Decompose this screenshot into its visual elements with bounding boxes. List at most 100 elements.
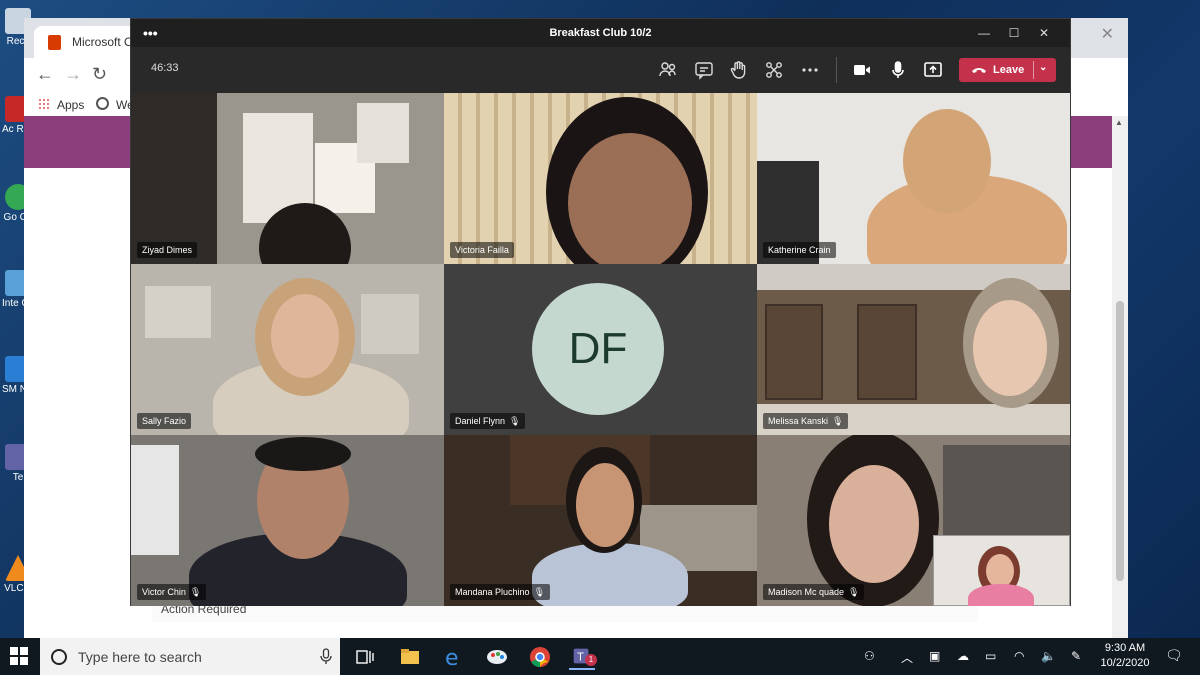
raise-hand-icon[interactable] [728,59,750,81]
call-controls-bar: 46:33 Leave ⌄ [131,47,1070,93]
file-explorer-icon[interactable] [397,644,423,670]
hang-up-icon [972,68,986,73]
chevron-down-icon[interactable]: ⌄ [1039,62,1047,73]
taskbar-search-box[interactable]: Type here to search [40,638,340,675]
cabinet [765,304,823,400]
cortana-icon [51,649,67,665]
chat-icon[interactable] [693,59,715,81]
mic-muted-icon: 🎙 [509,416,521,426]
notification-badge: 1 [585,654,597,666]
more-actions-icon[interactable] [799,59,821,81]
scrollbar-thumb[interactable] [1116,301,1124,581]
share-screen-icon[interactable] [922,59,944,81]
teams-meeting-window: ••• Breakfast Club 10/2 — ☐ ✕ 46:33 Leav… [130,18,1071,606]
window [131,445,179,555]
video-tile[interactable]: DF Daniel Flynn 🎙 [444,264,757,435]
wall-note [357,103,409,163]
apps-grid-icon [38,98,50,110]
task-view-icon[interactable] [352,644,378,670]
participant-face [576,463,634,547]
tray-app-icon[interactable]: ▣ [929,649,940,663]
participant-name: Ziyad Dimes [137,242,198,258]
self-body [968,584,1034,606]
participant-name: Daniel Flynn 🎙 [450,413,526,429]
camera-icon[interactable] [851,59,873,81]
participant-face [903,109,991,213]
breakout-rooms-icon[interactable] [763,59,785,81]
participant-name: Melissa Kanski 🎙 [763,413,849,429]
browser-close-icon[interactable]: ✕ [1101,24,1114,44]
reload-icon[interactable]: ↻ [92,64,107,85]
bookmark-apps[interactable]: Apps [57,98,84,112]
mirror-frame [131,93,217,264]
edge-icon[interactable]: e [441,644,467,670]
mic-muted-icon: 🎙 [832,416,844,426]
wall-frame [145,286,211,338]
back-icon[interactable]: ← [36,64,54,85]
scroll-up-icon[interactable]: ▲ [1115,118,1123,127]
notifications-icon[interactable]: 🗨 [1165,647,1183,664]
participant-name: Sally Fazio [137,413,192,429]
participant-avatar: DF [532,283,664,415]
people-icon[interactable]: ⚇ [864,649,875,663]
participant-name: Victoria Failla [450,242,514,258]
microphone-icon[interactable] [887,59,909,81]
volume-icon[interactable]: 🔈 [1041,649,1056,663]
leave-divider [1033,61,1034,79]
onedrive-icon[interactable]: ☁ [957,649,969,663]
cabinet [857,304,917,400]
wifi-icon[interactable]: ◠ [1014,649,1024,663]
taskbar: Type here to search e T 1 ⚇ ︿ ▣ ☁ ▭ ◠ 🔈 … [0,638,1200,675]
battery-icon[interactable]: ▭ [985,649,996,663]
toolbar-divider [836,57,837,83]
video-tile[interactable]: Victor Chin 🎙 [131,435,444,606]
participant-hair [255,437,351,471]
maximize-icon[interactable]: ☐ [1000,19,1028,47]
video-tile[interactable]: Victoria Failla [444,93,757,264]
participant-face [829,465,919,583]
video-tile[interactable]: Madison Mc quade 🎙 [757,435,1070,606]
browser-scrollbar[interactable]: ▲ [1112,116,1128,640]
forward-icon[interactable]: → [64,64,82,85]
show-hidden-icons-chevron[interactable]: ︿ [901,649,913,666]
chrome-icon[interactable] [527,644,553,670]
self-face [986,554,1014,588]
paint-icon[interactable] [484,644,510,670]
video-tile[interactable]: Ziyad Dimes [131,93,444,264]
participant-name: Victor Chin 🎙 [137,584,207,600]
meeting-title: Breakfast Club 10/2 [549,27,652,39]
system-clock[interactable]: 9:30 AM 10/2/2020 [1100,641,1150,671]
video-tile[interactable]: Mandana Pluchino 🎙 [444,435,757,606]
svg-text:e: e [445,646,459,670]
wall-frame [361,294,419,354]
microphone-icon[interactable] [320,648,332,665]
participant-body [532,543,688,606]
participant-name: Mandana Pluchino 🎙 [450,584,550,600]
leave-button[interactable]: Leave ⌄ [959,58,1056,82]
shelf [943,445,1070,535]
participant-face [973,300,1047,396]
mic-muted-icon: 🎙 [189,587,202,597]
participant-face [568,133,692,264]
participant-name: Madison Mc quade 🎙 [763,584,865,600]
video-tile[interactable]: Melissa Kanski 🎙 [757,264,1070,435]
minimize-icon[interactable]: — [970,19,998,47]
video-tile[interactable]: Sally Fazio [131,264,444,435]
pen-icon[interactable]: ✎ [1071,649,1081,663]
video-grid: Ziyad Dimes Victoria Failla Katherine Cr… [131,93,1070,606]
office-icon [48,35,61,50]
teams-titlebar: ••• Breakfast Club 10/2 — ☐ ✕ [131,19,1070,47]
mic-muted-icon: 🎙 [848,587,860,597]
close-icon[interactable]: ✕ [1030,19,1058,47]
globe-icon [96,97,109,110]
participant-name: Katherine Crain [763,242,836,258]
self-view [933,535,1070,606]
participants-icon[interactable] [657,59,679,81]
participant-face [271,294,339,378]
video-tile[interactable]: Katherine Crain [757,93,1070,264]
svg-text:T: T [576,653,584,664]
more-icon[interactable]: ••• [143,19,158,47]
windows-start-icon[interactable] [10,647,28,665]
teams-taskbar-icon[interactable]: T 1 [569,644,597,670]
call-timer: 46:33 [151,62,179,74]
